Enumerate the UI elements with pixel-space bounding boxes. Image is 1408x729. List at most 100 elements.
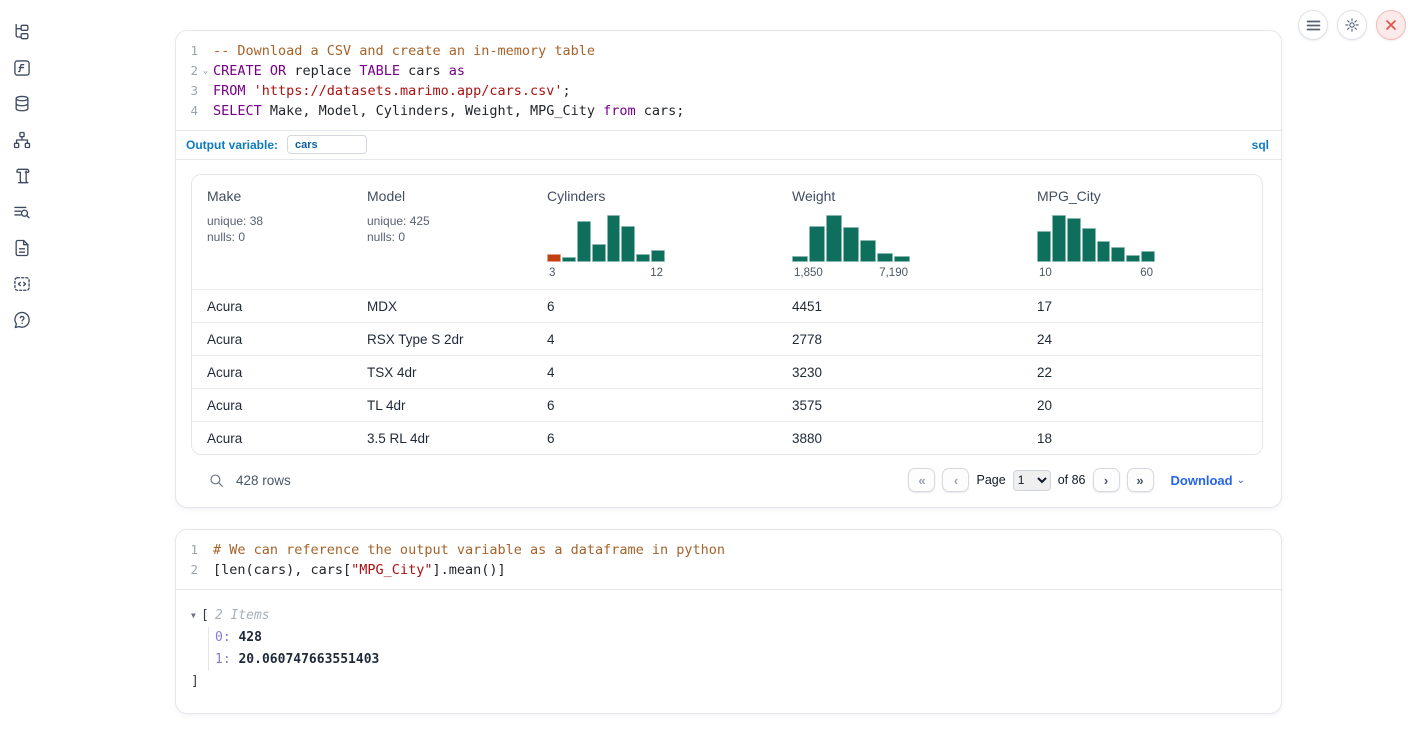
scratchpad-icon[interactable]: [12, 166, 32, 186]
table-footer: 428 rows « ‹ Page 1 of 86 › » Download ⌄: [191, 455, 1263, 507]
histogram-bar[interactable]: [592, 244, 606, 262]
code-line[interactable]: 1# We can reference the output variable …: [176, 540, 1281, 560]
settings-button[interactable]: [1337, 10, 1367, 40]
column-header-make[interactable]: Make unique: 38 nulls: 0: [192, 175, 352, 289]
menu-icon: [1306, 19, 1321, 32]
python-output: ▼ [ 2 Items 0: 4281: 20.060747663551403 …: [176, 589, 1281, 713]
table-cell: 4451: [777, 299, 1022, 314]
table-cell: Acura: [192, 299, 352, 314]
table-cell: 2778: [777, 332, 1022, 347]
table-cell: 3230: [777, 365, 1022, 380]
histogram-bar[interactable]: [577, 221, 591, 263]
list-entries: 0: 4281: 20.060747663551403: [208, 627, 1281, 671]
code-line[interactable]: 1-- Download a CSV and create an in-memo…: [176, 41, 1281, 61]
list-item: 0: 428: [215, 627, 1281, 649]
gear-icon: [1344, 17, 1360, 33]
table-row[interactable]: AcuraMDX6445117: [192, 289, 1262, 322]
line-number: 4: [176, 101, 198, 121]
weight-histogram[interactable]: [792, 212, 910, 262]
column-header-cylinders[interactable]: Cylinders 312: [532, 175, 777, 289]
column-stats: unique: 38 nulls: 0: [207, 213, 352, 245]
histogram-bar[interactable]: [562, 257, 576, 262]
histogram-bar[interactable]: [1052, 215, 1066, 263]
line-number: 1: [176, 540, 198, 560]
histogram-bar[interactable]: [860, 240, 876, 263]
code-text: -- Download a CSV and create an in-memor…: [213, 41, 1281, 61]
next-page-button[interactable]: ›: [1093, 468, 1120, 492]
table-row[interactable]: AcuraTL 4dr6357520: [192, 388, 1262, 421]
histogram-axis-labels: 312: [547, 267, 665, 279]
code-line[interactable]: 4SELECT Make, Model, Cylinders, Weight, …: [176, 101, 1281, 121]
help-icon[interactable]: [12, 310, 32, 330]
column-header-weight[interactable]: Weight 1,8507,190: [777, 175, 1022, 289]
fold-chevron-icon[interactable]: ⌄: [198, 61, 213, 81]
documentation-icon[interactable]: [12, 238, 32, 258]
histogram-bar[interactable]: [894, 256, 910, 263]
python-code-editor[interactable]: 1# We can reference the output variable …: [176, 530, 1281, 589]
sql-code-editor[interactable]: 1-- Download a CSV and create an in-memo…: [176, 31, 1281, 130]
table-cell: RSX Type S 2dr: [352, 332, 532, 347]
column-header-mpg-city[interactable]: MPG_City 1060: [1022, 175, 1262, 289]
histogram-bar[interactable]: [1082, 228, 1096, 262]
histogram-bar[interactable]: [651, 250, 665, 262]
histogram-bar[interactable]: [607, 215, 621, 263]
table-cell: TL 4dr: [352, 398, 532, 413]
histogram-bar[interactable]: [1111, 247, 1125, 263]
last-page-button[interactable]: »: [1127, 468, 1154, 492]
left-sidebar: [0, 0, 44, 729]
histogram-bar[interactable]: [792, 256, 808, 262]
table-body: AcuraMDX6445117AcuraRSX Type S 2dr427782…: [192, 289, 1262, 454]
dependency-graph-icon[interactable]: [12, 130, 32, 150]
list-item-key: 0:: [215, 630, 238, 645]
previous-page-button[interactable]: ‹: [942, 468, 969, 492]
histogram-axis-labels: 1,8507,190: [792, 267, 910, 279]
histogram-bar[interactable]: [826, 215, 842, 263]
output-variable-label: Output variable:: [186, 138, 278, 152]
code-line[interactable]: 2[len(cars), cars["MPG_City"].mean()]: [176, 560, 1281, 580]
histogram-bar[interactable]: [1067, 218, 1081, 262]
table-row[interactable]: AcuraTSX 4dr4323022: [192, 355, 1262, 388]
first-page-button[interactable]: «: [908, 468, 935, 492]
line-number: 2: [176, 61, 198, 81]
page-select[interactable]: 1: [1013, 470, 1051, 491]
line-number: 3: [176, 81, 198, 101]
histogram-bar[interactable]: [636, 254, 650, 262]
menu-button[interactable]: [1298, 10, 1328, 40]
table-row[interactable]: Acura3.5 RL 4dr6388018: [192, 421, 1262, 454]
variables-icon[interactable]: [12, 58, 32, 78]
histogram-bar[interactable]: [1126, 255, 1140, 262]
table-row[interactable]: AcuraRSX Type S 2dr4277824: [192, 322, 1262, 355]
download-button[interactable]: Download ⌄: [1171, 473, 1246, 488]
output-variable-input[interactable]: [287, 135, 367, 154]
mpg-city-histogram[interactable]: [1037, 212, 1155, 262]
table-output-wrap: Make unique: 38 nulls: 0 Model unique: 4…: [176, 159, 1281, 507]
table-cell: 3880: [777, 431, 1022, 446]
histogram-bar[interactable]: [843, 227, 859, 262]
logs-icon[interactable]: [12, 202, 32, 222]
pagination: « ‹ Page 1 of 86 › » Download ⌄: [908, 468, 1245, 492]
data-table: Make unique: 38 nulls: 0 Model unique: 4…: [191, 174, 1263, 455]
shutdown-button[interactable]: [1376, 10, 1406, 40]
language-badge: sql: [1252, 138, 1269, 152]
code-line[interactable]: 3FROM 'https://datasets.marimo.app/cars.…: [176, 81, 1281, 101]
histogram-bar[interactable]: [1037, 231, 1051, 262]
datasources-icon[interactable]: [12, 94, 32, 114]
histogram-bar[interactable]: [1097, 241, 1111, 262]
items-count-label: 2 Items: [215, 605, 270, 627]
output-variable-bar: Output variable: sql: [176, 130, 1281, 159]
histogram-bar[interactable]: [877, 253, 893, 262]
histogram-bar[interactable]: [621, 226, 635, 263]
snippets-icon[interactable]: [12, 274, 32, 294]
histogram-bar[interactable]: [1141, 251, 1155, 262]
search-icon[interactable]: [208, 472, 225, 489]
collapse-chevron-icon[interactable]: ▼: [191, 605, 201, 627]
code-line[interactable]: 2⌄CREATE OR replace TABLE cars as: [176, 61, 1281, 81]
table-header-row: Make unique: 38 nulls: 0 Model unique: 4…: [192, 175, 1262, 289]
column-header-model[interactable]: Model unique: 425 nulls: 0: [352, 175, 532, 289]
file-explorer-icon[interactable]: [12, 22, 32, 42]
fold-spacer: [198, 560, 213, 580]
cylinders-histogram[interactable]: [547, 212, 665, 262]
histogram-bar[interactable]: [809, 226, 825, 263]
histogram-bar[interactable]: [547, 254, 561, 263]
row-count: 428 rows: [236, 473, 291, 488]
